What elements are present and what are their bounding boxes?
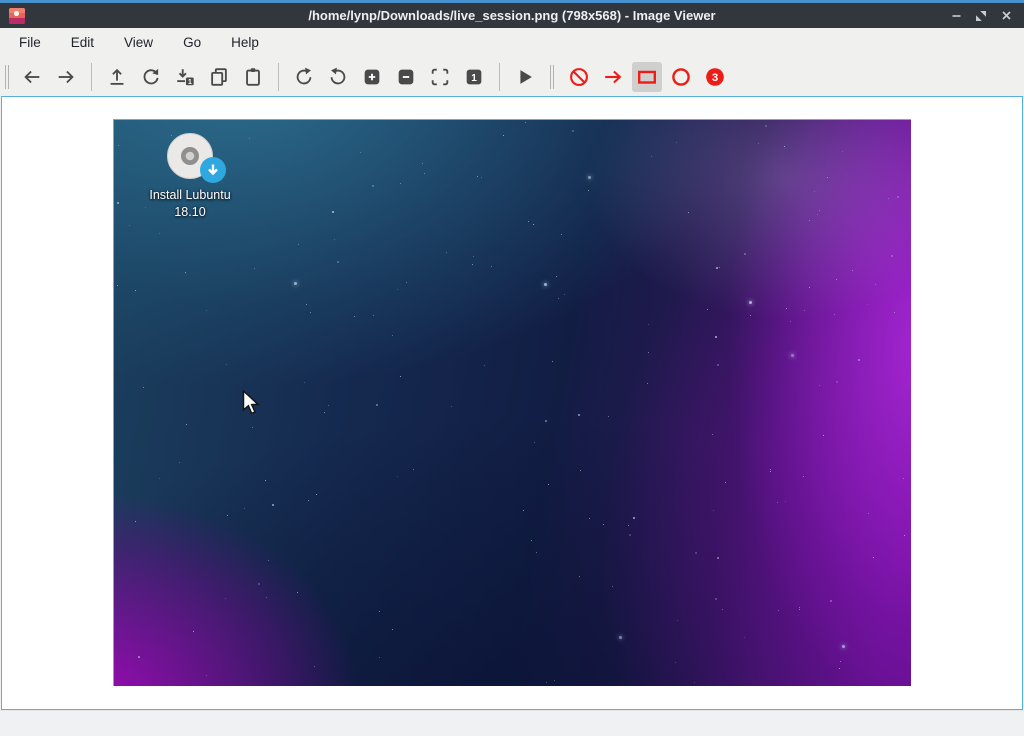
menu-view[interactable]: View	[113, 31, 164, 54]
toolbar-drag-handle[interactable]	[3, 65, 11, 89]
copy-icon	[208, 66, 230, 88]
slideshow-play-button[interactable]	[510, 62, 540, 92]
arrow-left-icon	[21, 66, 43, 88]
menubar: File Edit View Go Help	[0, 28, 1024, 57]
rotate-ccw-icon	[327, 66, 349, 88]
toolbar-separator	[499, 63, 500, 91]
play-icon	[514, 66, 536, 88]
minimize-icon	[951, 10, 962, 21]
menu-edit[interactable]: Edit	[60, 31, 105, 54]
next-file-button[interactable]	[51, 62, 81, 92]
reload-button[interactable]	[136, 62, 166, 92]
paste-icon	[242, 66, 264, 88]
no-annotation-icon	[568, 66, 590, 88]
previous-file-button[interactable]	[17, 62, 47, 92]
reload-icon	[140, 66, 162, 88]
cursor-arrow	[242, 390, 262, 416]
zoom-in-button[interactable]	[357, 62, 387, 92]
window-title: /home/lynp/Downloads/live_session.png (7…	[0, 8, 1024, 23]
desktop-icon-label: Install Lubuntu 18.10	[120, 187, 260, 221]
paste-button[interactable]	[238, 62, 268, 92]
menu-file[interactable]: File	[8, 31, 52, 54]
fit-window-button[interactable]	[425, 62, 455, 92]
original-size-icon: 1	[463, 66, 485, 88]
minimize-button[interactable]	[948, 8, 964, 24]
toolbar-separator	[278, 63, 279, 91]
download-badge-icon	[200, 157, 226, 183]
annotation-none-button[interactable]	[564, 62, 594, 92]
toolbar-drag-handle[interactable]	[548, 65, 556, 89]
app-icon	[9, 8, 25, 24]
rectangle-annotation-icon	[636, 66, 658, 88]
zoom-out-icon	[395, 66, 417, 88]
annotation-number-button[interactable]: 3	[700, 62, 730, 92]
close-icon	[1001, 10, 1012, 21]
titlebar[interactable]: /home/lynp/Downloads/live_session.png (7…	[0, 0, 1024, 28]
menu-help[interactable]: Help	[220, 31, 270, 54]
number-annotation-icon: 3	[704, 66, 726, 88]
close-button[interactable]	[998, 8, 1014, 24]
rotate-counterclockwise-button[interactable]	[323, 62, 353, 92]
arrow-right-icon	[55, 66, 77, 88]
copy-button[interactable]	[204, 62, 234, 92]
maximize-button[interactable]	[973, 8, 989, 24]
annotation-number-value: 3	[712, 72, 718, 84]
zoom-out-button[interactable]	[391, 62, 421, 92]
original-size-number: 1	[471, 73, 477, 84]
circle-annotation-icon	[670, 66, 692, 88]
original-size-button[interactable]: 1	[459, 62, 489, 92]
zoom-in-icon	[361, 66, 383, 88]
toolbar-separator	[91, 63, 92, 91]
save-as-numbered-button[interactable]: 1	[170, 62, 200, 92]
menu-go[interactable]: Go	[172, 31, 212, 54]
rotate-cw-icon	[293, 66, 315, 88]
maximize-icon	[975, 10, 987, 22]
upload-button[interactable]	[102, 62, 132, 92]
save-badge-number: 1	[188, 78, 192, 85]
annotation-rectangle-button[interactable]	[632, 62, 662, 92]
viewed-image[interactable]: Install Lubuntu 18.10	[113, 119, 911, 686]
upload-icon	[106, 66, 128, 88]
save-numbered-icon: 1	[174, 66, 196, 88]
fit-window-icon	[429, 66, 451, 88]
window-controls	[948, 8, 1024, 24]
image-canvas[interactable]: Install Lubuntu 18.10	[1, 96, 1023, 710]
arrow-annotation-icon	[602, 66, 624, 88]
toolbar: 1	[0, 57, 1024, 96]
install-lubuntu-desktop-icon: Install Lubuntu 18.10	[120, 132, 260, 221]
rotate-clockwise-button[interactable]	[289, 62, 319, 92]
annotation-arrow-button[interactable]	[598, 62, 628, 92]
status-bar	[0, 710, 1024, 736]
annotation-circle-button[interactable]	[666, 62, 696, 92]
